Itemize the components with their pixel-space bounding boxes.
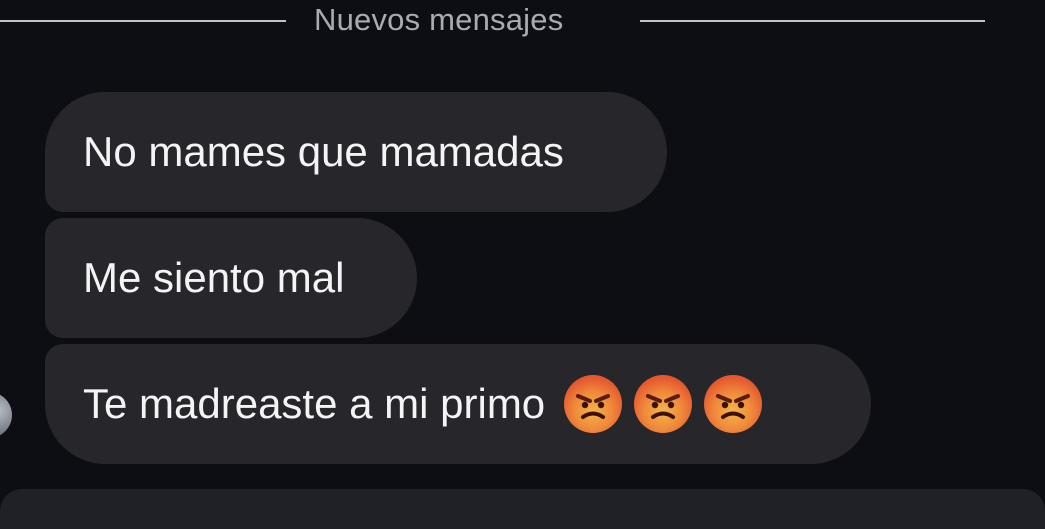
message-bubble[interactable]: No mames que mamadas — [45, 92, 667, 212]
divider-line-left — [0, 20, 286, 22]
new-messages-label: Nuevos mensajes — [314, 2, 564, 37]
sender-avatar[interactable] — [0, 392, 12, 438]
angry-face-icon — [564, 375, 623, 433]
divider-line-right — [640, 20, 985, 22]
angry-face-icon — [634, 375, 693, 433]
new-messages-divider: Nuevos mensajes — [0, 0, 1045, 44]
message-bubble[interactable]: Te madreaste a mi primo — [45, 344, 871, 464]
next-message-bubble[interactable] — [0, 489, 1045, 529]
emoji-row — [563, 374, 763, 434]
angry-face-icon — [704, 375, 763, 433]
message-text: Me siento mal — [83, 254, 345, 301]
message-text: Te madreaste a mi primo — [83, 380, 546, 427]
message-bubble[interactable]: Me siento mal — [45, 218, 417, 338]
message-text: No mames que mamadas — [83, 128, 564, 175]
